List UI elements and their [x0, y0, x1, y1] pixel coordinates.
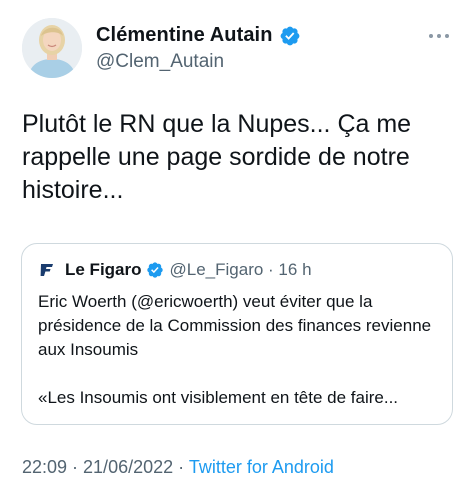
tweet-timestamp[interactable]: 22:09 · 21/06/2022 · — [22, 457, 189, 477]
quoted-tweet-card[interactable]: Le Figaro @Le_Figaro · 16 h Eric Woerth … — [21, 243, 453, 425]
dot — [445, 34, 449, 38]
verified-badge-icon — [146, 262, 163, 278]
author-handle[interactable]: @Clem_Autain — [96, 51, 224, 73]
quoted-tweet-paragraph: Eric Woerth (@ericwoerth) veut éviter qu… — [38, 292, 432, 359]
quoted-author-handle-time[interactable]: @Le_Figaro · 16 h — [170, 260, 312, 280]
tweet-source-link[interactable]: Twitter for Android — [189, 457, 334, 477]
author-name-row: Clémentine Autain — [96, 24, 301, 47]
verified-badge-icon — [280, 26, 299, 45]
tweet-text: Plutôt le RN que la Nupes... Ça me rappe… — [22, 110, 412, 204]
quoted-tweet-text: Eric Woerth (@ericwoerth) veut éviter qu… — [38, 290, 443, 410]
author-name[interactable]: Clémentine Autain — [96, 24, 273, 47]
dot — [437, 34, 441, 38]
quoted-tweet-paragraph: «Les Insoumis ont visiblement en tête de… — [38, 388, 399, 407]
dot — [429, 34, 433, 38]
le-figaro-logo-icon — [38, 261, 56, 279]
tweet-detail: Clémentine Autain @Clem_Autain Plutôt le… — [0, 0, 474, 492]
avatar[interactable] — [22, 18, 82, 78]
more-options-icon[interactable] — [426, 26, 452, 46]
quoted-tweet-header: Le Figaro @Le_Figaro · 16 h — [38, 260, 312, 280]
quoted-author-name[interactable]: Le Figaro — [65, 260, 142, 280]
tweet-meta: 22:09 · 21/06/2022 · Twitter for Android — [22, 457, 334, 478]
